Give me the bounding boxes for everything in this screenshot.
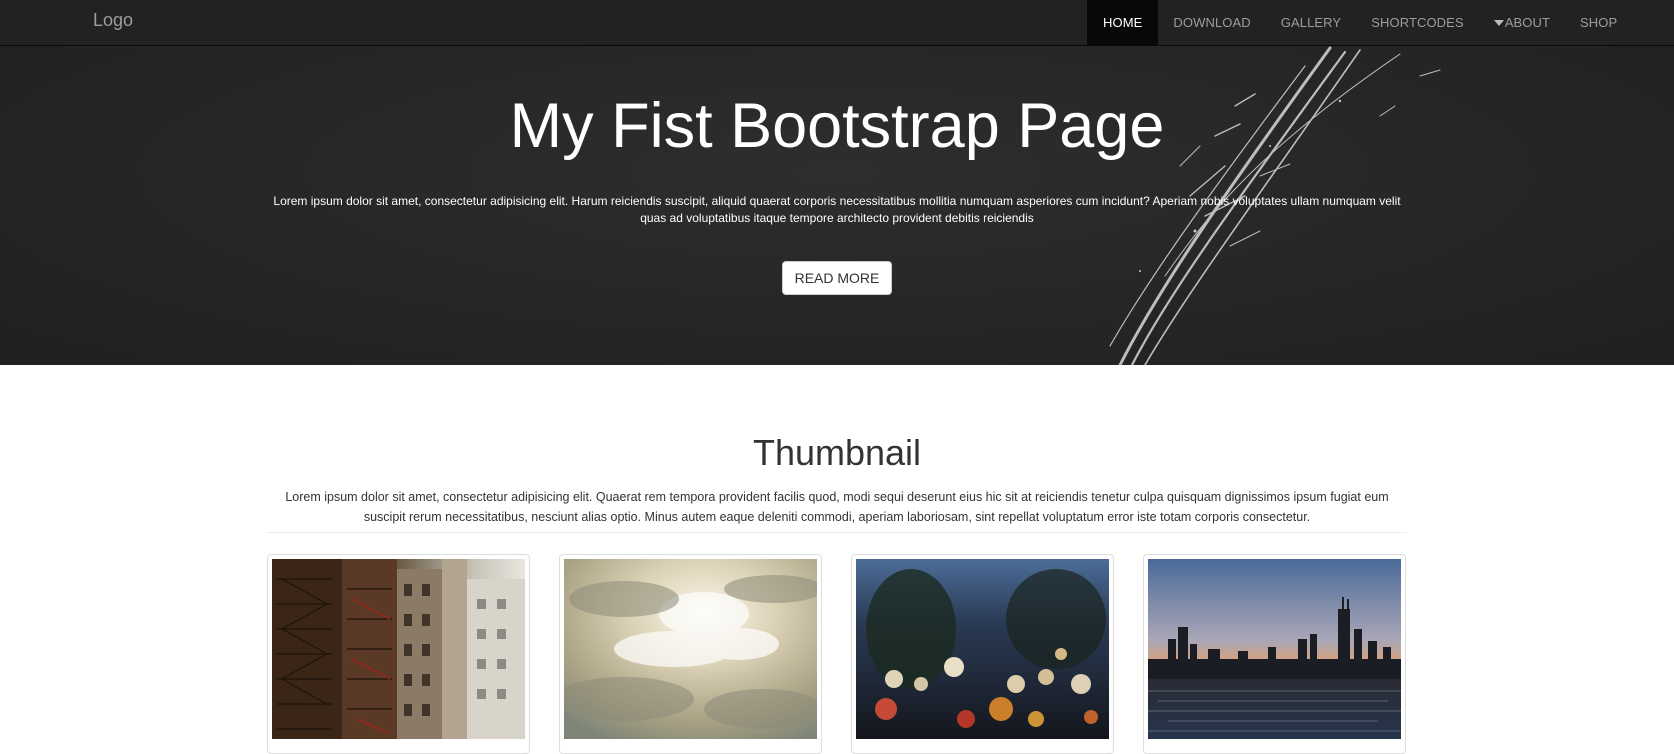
caret-down-icon [1493, 19, 1504, 26]
main-nav: HOME DOWNLOAD GALLERY SHORTCODES ABOUT S… [1087, 0, 1632, 45]
nav-link-home[interactable]: HOME [1087, 0, 1159, 45]
thumbnail-card[interactable] [559, 554, 822, 754]
top-navbar: Logo HOME DOWNLOAD GALLERY SHORTCODES AB… [0, 0, 1674, 46]
nav-item-gallery: GALLERY [1266, 0, 1356, 45]
nav-item-about: ABOUT [1479, 0, 1565, 45]
nav-item-home: HOME [1087, 0, 1159, 45]
nav-link-gallery[interactable]: GALLERY [1266, 0, 1356, 45]
thumbnail-card[interactable] [267, 554, 530, 754]
nav-link-download[interactable]: DOWNLOAD [1158, 0, 1265, 45]
section-text: Lorem ipsum dolor sit amet, consectetur … [285, 490, 1389, 524]
nav-about-label: ABOUT [1504, 15, 1551, 30]
city-skyline-sunset-photo [1148, 559, 1401, 739]
thumbnail-card[interactable] [851, 554, 1114, 754]
nav-item-shortcodes: SHORTCODES [1356, 0, 1479, 45]
read-more-button[interactable]: READ MORE [782, 261, 892, 295]
city-bokeh-lights-photo [856, 559, 1109, 739]
thumbnail-card[interactable] [1143, 554, 1406, 754]
section-title: Thumbnail [752, 432, 922, 473]
hero-text: Lorem ipsum dolor sit amet, consectetur … [273, 194, 1401, 225]
sunlit-clouds-photo [564, 559, 817, 739]
nav-link-about[interactable]: ABOUT [1479, 0, 1565, 45]
hero-jumbotron: My Fist Bootstrap Page Lorem ipsum dolor… [0, 46, 1674, 365]
nav-item-download: DOWNLOAD [1158, 0, 1265, 45]
building-fire-escapes-photo [272, 559, 525, 739]
divider [267, 532, 1407, 533]
nav-link-shop[interactable]: SHOP [1565, 0, 1632, 45]
brand-logo-link[interactable]: Logo [93, 10, 133, 31]
hero-title: My Fist Bootstrap Page [509, 91, 1165, 161]
nav-link-shortcodes[interactable]: SHORTCODES [1356, 0, 1479, 45]
nav-item-shop: SHOP [1565, 0, 1632, 45]
